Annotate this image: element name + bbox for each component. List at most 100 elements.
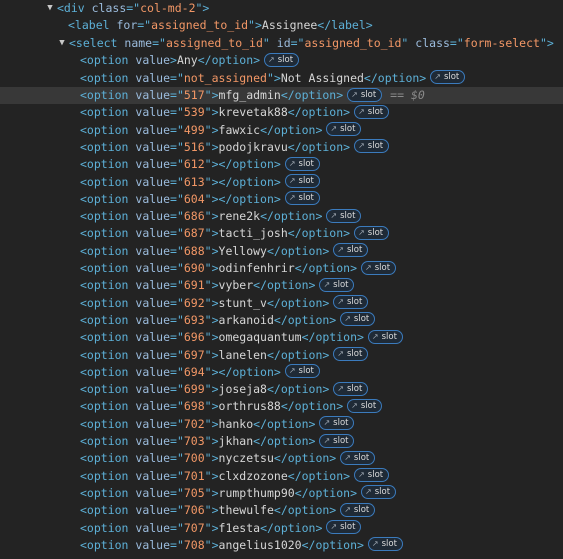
option-node[interactable]: <option value="706">thewulfe</option> ↗ sl… — [0, 502, 563, 519]
option-node[interactable]: <option value="692">stunt_v</option> ↗ slo… — [0, 295, 563, 312]
option-node[interactable]: <option value="not_assigned">Not Assigne… — [0, 70, 563, 87]
slot-badge[interactable]: ↗ slot — [354, 139, 390, 154]
expand-triangle-icon[interactable]: ▼ — [57, 35, 67, 52]
option-node[interactable]: <option value="707">f1esta</option> ↗ slot — [0, 520, 563, 537]
option-node[interactable]: <option value="700">nyczetsu</option> ↗ sl… — [0, 450, 563, 467]
option-close-tag: </option> — [287, 226, 351, 241]
option-node[interactable]: <option value="705">rumpthump90</option>… — [0, 485, 563, 502]
label-for-attr: for — [116, 18, 138, 33]
option-open-tag: <option — [80, 105, 136, 120]
slot-badge[interactable]: ↗ slot — [430, 70, 466, 85]
option-text: Any — [176, 53, 198, 68]
option-node[interactable]: <option value="612"></option> ↗ slot — [0, 156, 563, 173]
option-value-attr: value — [135, 485, 171, 500]
option-node[interactable]: <option value="691">vyber</option> ↗ slot — [0, 277, 563, 294]
slot-label: slot — [333, 435, 349, 446]
slot-badge[interactable]: ↗ slot — [340, 312, 376, 327]
option-close-tag: </option> — [266, 243, 330, 258]
slot-badge[interactable]: ↗ slot — [319, 277, 355, 292]
option-node[interactable]: <option value="517">mfg_admin</option> ↗ s… — [0, 87, 563, 105]
option-value-attr: value — [135, 174, 171, 189]
option-node[interactable]: <option value="698">orthrus88</option> ↗ s… — [0, 398, 563, 415]
option-value: 688 — [183, 243, 205, 258]
slot-badge[interactable]: ↗ slot — [284, 191, 320, 206]
slot-label: slot — [374, 487, 391, 498]
option-node[interactable]: <option value="499">fawxic</option> ↗ slot — [0, 122, 563, 139]
div-node[interactable]: ▼ <div class="col-md-2"> — [0, 0, 563, 17]
expand-triangle-icon[interactable]: ▼ — [45, 0, 55, 17]
slot-label: slot — [298, 366, 314, 377]
option-node[interactable]: <option value="693">arkanoid</option> ↗ sl… — [0, 312, 563, 329]
option-node[interactable]: <option value="703">jkhan</option> ↗ slot — [0, 433, 563, 450]
slot-badge[interactable]: ↗ slot — [354, 225, 390, 240]
slot-badge[interactable]: ↗ slot — [333, 347, 369, 361]
slot-badge[interactable]: ↗ slot — [333, 381, 369, 396]
option-node[interactable]: <option value="694"></option> ↗ slot — [0, 364, 563, 381]
option-text: podojkravu — [218, 139, 288, 154]
option-text: hanko — [218, 416, 254, 431]
option-node[interactable]: <option value="697">lanelen</option> ↗ slo… — [0, 347, 563, 364]
option-close-tag: </option> — [218, 191, 281, 206]
option-close-tag: </option> — [218, 157, 281, 172]
option-node[interactable]: <option value="690">odinfenhrir</option>… — [0, 260, 563, 277]
slot-badge[interactable]: ↗ slot — [333, 243, 369, 258]
slot-badge[interactable]: ↗ slot — [347, 398, 383, 413]
slot-badge[interactable]: ↗ slot — [319, 416, 355, 431]
option-value-attr: value — [135, 399, 171, 414]
option-node[interactable]: <option value="516">podojkravu</option> ↗… — [0, 139, 563, 156]
div-open-tag: <div — [57, 1, 92, 15]
option-node[interactable]: <option value="539">krevetak88</option> ↗… — [0, 104, 563, 121]
slot-badge[interactable]: ↗ slot — [340, 450, 376, 465]
option-node[interactable]: <option value="613"></option> ↗ slot — [0, 174, 563, 191]
option-node[interactable]: <option value="686">rene2k</option> ↗ slot — [0, 208, 563, 225]
option-node[interactable]: <option value="699">joseja8</option> ↗ slo… — [0, 381, 563, 398]
option-value-attr: value — [135, 139, 171, 154]
option-value: 612 — [183, 157, 205, 172]
slot-badge[interactable]: ↗ slot — [284, 156, 320, 171]
option-close-tag: </option> — [280, 88, 344, 102]
option-open-tag: <option — [80, 382, 136, 397]
slot-badge[interactable]: ↗ slot — [326, 208, 362, 223]
option-node[interactable]: <option value="708">angelius1020</option… — [0, 537, 563, 554]
slot-badge[interactable]: ↗ slot — [354, 468, 390, 483]
option-node[interactable]: <option value="687">tacti_josh</option> ↗… — [0, 225, 563, 242]
option-value: 692 — [183, 295, 205, 310]
slot-badge[interactable]: ↗ slot — [264, 52, 300, 67]
slot-badge[interactable]: ↗ slot — [367, 537, 403, 552]
option-close-tag: </option> — [273, 503, 337, 518]
slot-badge[interactable]: ↗ slot — [326, 520, 362, 534]
slot-badge[interactable]: ↗ slot — [367, 329, 403, 344]
slot-badge[interactable]: ↗ slot — [361, 260, 397, 275]
slot-badge[interactable]: ↗ slot — [284, 364, 320, 379]
select-node[interactable]: ▼ <select name="assigned_to_id" id="assi… — [0, 35, 563, 52]
option-text: arkanoid — [218, 312, 274, 327]
option-value: 701 — [183, 468, 205, 483]
option-open-tag: <option — [80, 209, 136, 224]
option-text: thewulfe — [218, 503, 274, 518]
option-value-attr: value — [135, 88, 171, 102]
slot-badge[interactable]: ↗ slot — [340, 502, 376, 517]
slot-badge[interactable]: ↗ slot — [284, 174, 320, 188]
slot-badge[interactable]: ↗ slot — [361, 485, 397, 500]
slot-badge[interactable]: ↗ slot — [326, 122, 362, 137]
option-value: not_assigned — [183, 70, 267, 85]
reveal-icon: ↗ — [337, 383, 344, 393]
slot-label: slot — [367, 470, 384, 481]
option-node[interactable]: <option value="688">Yellowy</option> ↗ slo… — [0, 243, 563, 260]
option-node[interactable]: <option value="702">hanko</option> ↗ slot — [0, 416, 563, 433]
option-node[interactable]: <option value="604"></option> ↗ slot — [0, 191, 563, 208]
slot-badge[interactable]: ↗ slot — [347, 87, 383, 102]
option-node[interactable]: <option value="696">omegaquantum</option… — [0, 329, 563, 346]
option-node[interactable]: <option value>Any</option> ↗ slot — [0, 52, 563, 69]
option-value-attr: value — [135, 278, 171, 293]
option-close-tag: </option> — [197, 53, 261, 68]
reveal-icon: ↗ — [288, 366, 296, 376]
option-text: lanelen — [218, 347, 267, 362]
label-node[interactable]: <label for="assigned_to_id">Assignee</la… — [0, 17, 563, 34]
slot-badge[interactable]: ↗ slot — [333, 295, 369, 310]
option-value: 516 — [183, 139, 205, 154]
slot-badge[interactable]: ↗ slot — [319, 433, 355, 448]
slot-badge[interactable]: ↗ slot — [354, 104, 390, 119]
option-node[interactable]: <option value="701">clxdzozone</option> ↗… — [0, 468, 563, 485]
slot-label: slot — [381, 331, 397, 342]
